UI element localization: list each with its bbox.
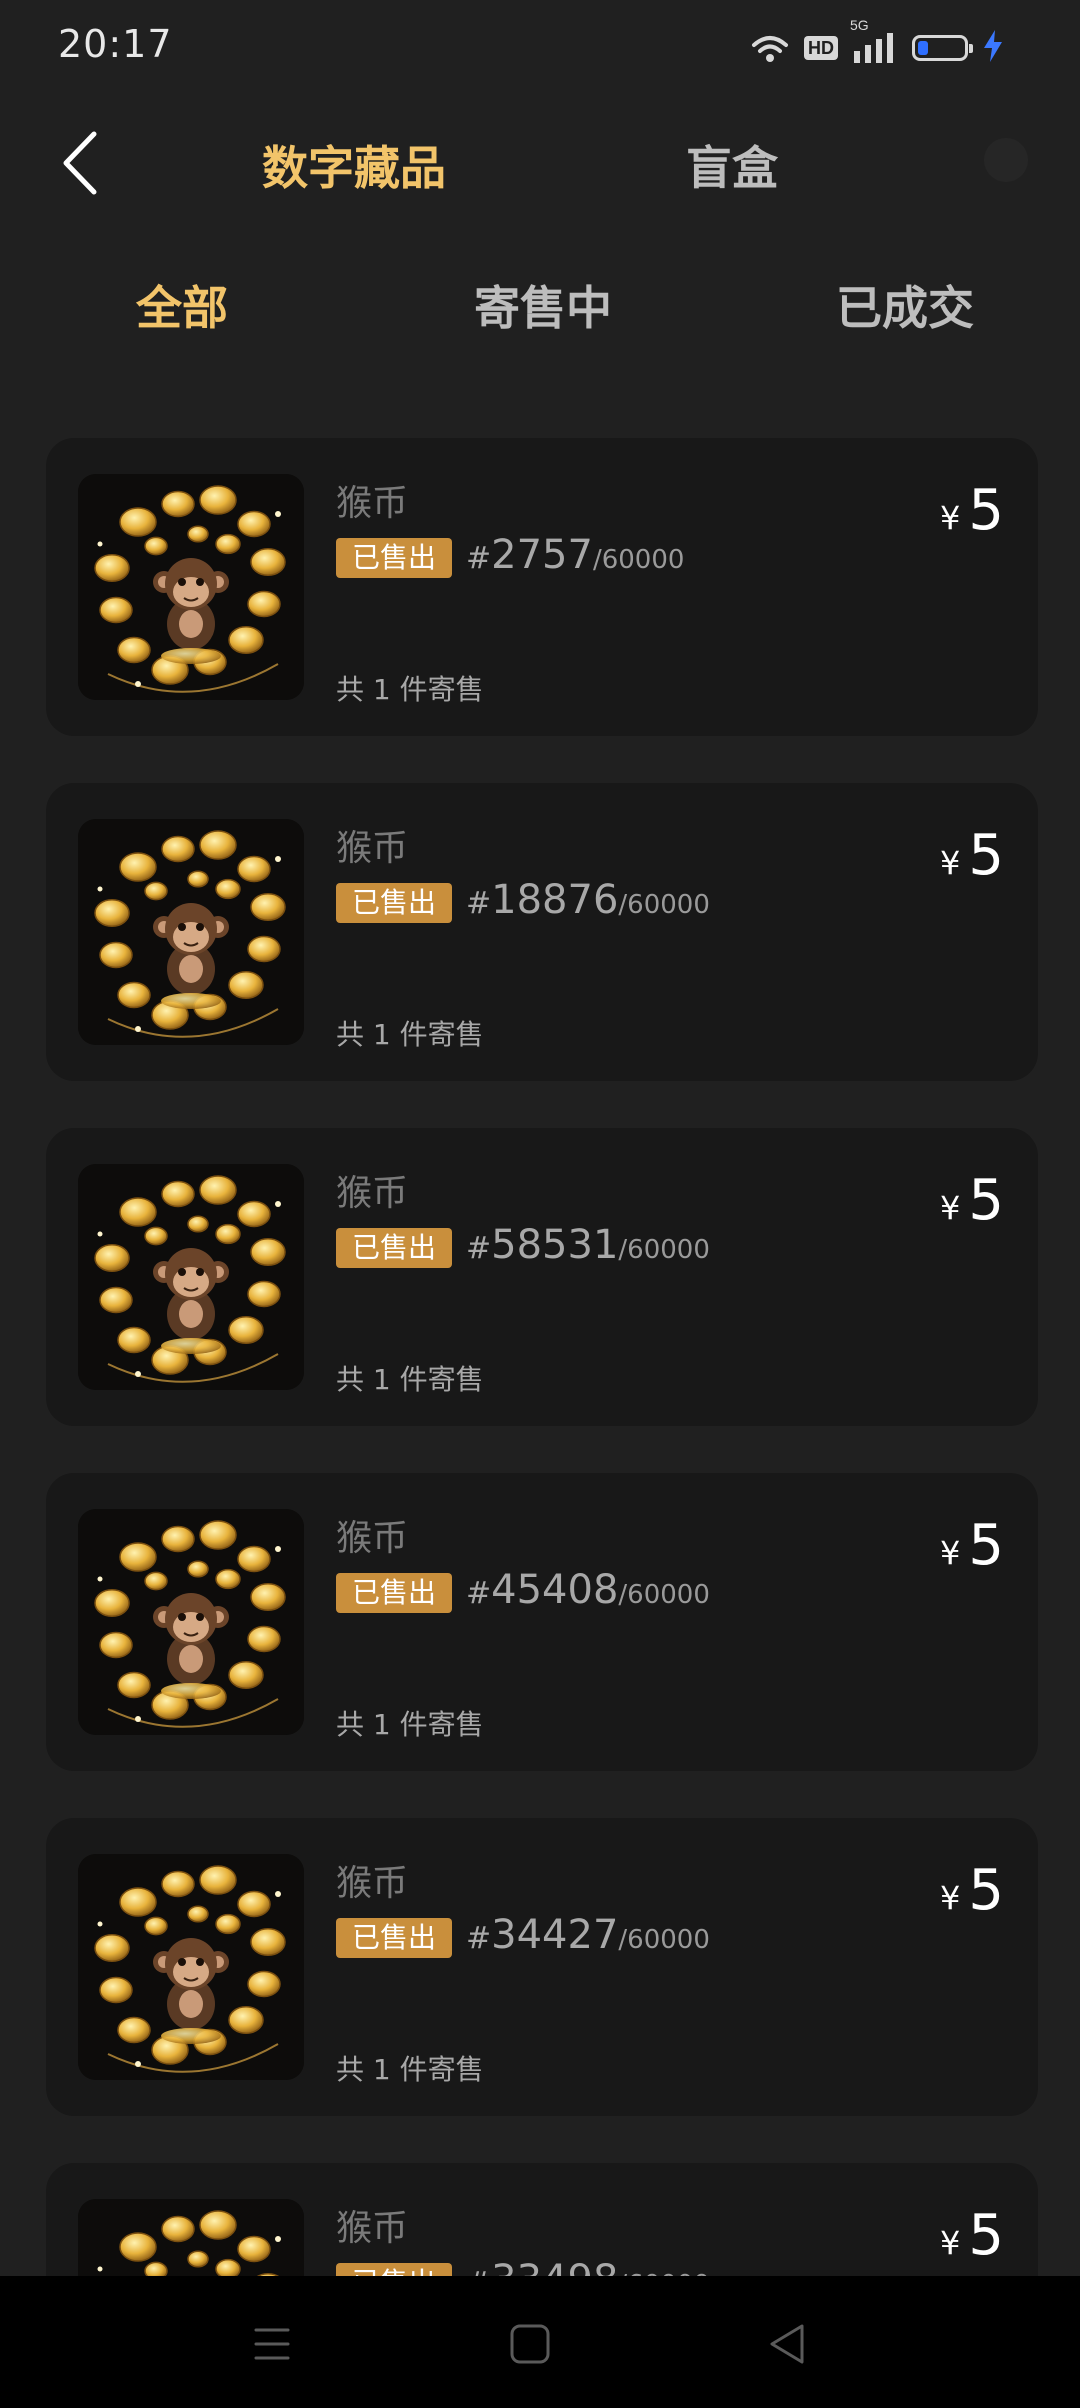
serial-number: #18876/60000	[466, 877, 710, 923]
collectible-list: 猴币 已售出 #2757/60000 共 1 件寄售 ¥5 猴币 已售出 #18…	[46, 438, 1038, 2408]
back-triangle-icon	[770, 2324, 804, 2364]
serial-total: /60000	[618, 1235, 710, 1265]
signal-icon: 5G	[850, 17, 898, 65]
status-bar: 20:17 HD 5G	[0, 0, 1080, 96]
status-badge: 已售出	[336, 538, 453, 578]
price: ¥5	[940, 2203, 1004, 2268]
price-amount: 5	[968, 1858, 1004, 1923]
screen: 20:17 HD 5G 数字藏品 盲盒 全部 寄售中 已成交 猴币 已售出 #2…	[0, 0, 1080, 2408]
menu-icon	[254, 2328, 290, 2360]
currency-symbol: ¥	[940, 499, 961, 537]
consign-count: 共 1 件寄售	[336, 673, 484, 706]
serial-total: /60000	[618, 890, 710, 920]
charging-bolt-icon	[982, 29, 1004, 67]
collectible-thumbnail	[78, 1164, 304, 1390]
price-amount: 5	[968, 1168, 1004, 1233]
nav-home-button[interactable]	[502, 2316, 558, 2372]
item-name: 猴币	[336, 483, 409, 524]
item-name: 猴币	[336, 828, 409, 869]
collectible-thumbnail	[78, 474, 304, 700]
battery-icon	[912, 35, 973, 61]
serial-hash: #	[466, 1576, 492, 1611]
serial-hash: #	[466, 886, 492, 921]
chevron-left-icon	[63, 131, 97, 195]
status-badge: 已售出	[336, 1573, 453, 1613]
corner-circle-icon	[984, 138, 1028, 182]
hd-badge: HD	[804, 36, 838, 60]
item-name: 猴币	[336, 1518, 409, 1559]
consign-count: 共 1 件寄售	[336, 1018, 484, 1051]
serial-value: 2757	[491, 532, 593, 578]
serial-value: 45408	[491, 1567, 619, 1613]
status-badge: 已售出	[336, 1918, 453, 1958]
wifi-icon	[750, 33, 790, 63]
serial-value: 18876	[491, 877, 619, 923]
item-name: 猴币	[336, 2208, 409, 2249]
serial-total: /60000	[618, 1580, 710, 1610]
serial-number: #45408/60000	[466, 1567, 710, 1613]
status-time: 20:17	[58, 22, 173, 66]
collectible-card[interactable]: 猴币 已售出 #58531/60000 共 1 件寄售 ¥5	[46, 1128, 1038, 1426]
consign-count: 共 1 件寄售	[336, 1708, 484, 1741]
home-square-icon	[510, 2324, 550, 2364]
tab-blind-box[interactable]: 盲盒	[686, 132, 778, 198]
system-nav-bar	[0, 2276, 1080, 2408]
price-amount: 5	[968, 478, 1004, 543]
currency-symbol: ¥	[940, 844, 961, 882]
price: ¥5	[940, 1858, 1004, 1923]
item-name: 猴币	[336, 1173, 409, 1214]
collectible-thumbnail	[78, 819, 304, 1045]
collectible-card[interactable]: 猴币 已售出 #18876/60000 共 1 件寄售 ¥5	[46, 783, 1038, 1081]
collectible-card[interactable]: 猴币 已售出 #45408/60000 共 1 件寄售 ¥5	[46, 1473, 1038, 1771]
serial-value: 34427	[491, 1912, 619, 1958]
filter-tab-completed[interactable]: 已成交	[836, 272, 974, 338]
serial-number: #34427/60000	[466, 1912, 710, 1958]
serial-hash: #	[466, 541, 492, 576]
serial-total: /60000	[618, 1925, 710, 1955]
serial-value: 58531	[491, 1222, 619, 1268]
status-icons: HD 5G	[750, 17, 1004, 68]
filter-tab-on-sale[interactable]: 寄售中	[474, 272, 612, 338]
consign-count: 共 1 件寄售	[336, 1363, 484, 1396]
status-badge: 已售出	[336, 883, 453, 923]
tab-digital-collectibles[interactable]: 数字藏品	[262, 132, 446, 198]
serial-total: /60000	[592, 545, 685, 575]
price-amount: 5	[968, 823, 1004, 888]
currency-symbol: ¥	[940, 1879, 961, 1917]
collectible-card[interactable]: 猴币 已售出 #2757/60000 共 1 件寄售 ¥5	[46, 438, 1038, 736]
serial-number: #2757/60000	[466, 532, 684, 578]
filter-tab-all[interactable]: 全部	[136, 272, 228, 338]
serial-number: #58531/60000	[466, 1222, 710, 1268]
item-name: 猴币	[336, 1863, 409, 1904]
currency-symbol: ¥	[940, 2224, 961, 2262]
nav-back-button[interactable]	[760, 2316, 816, 2372]
consign-count: 共 1 件寄售	[336, 2053, 484, 2086]
collectible-thumbnail	[78, 1509, 304, 1735]
price: ¥5	[940, 1513, 1004, 1578]
back-button[interactable]	[58, 128, 106, 198]
price-amount: 5	[968, 1513, 1004, 1578]
collectible-card[interactable]: 猴币 已售出 #34427/60000 共 1 件寄售 ¥5	[46, 1818, 1038, 2116]
price: ¥5	[940, 1168, 1004, 1233]
price: ¥5	[940, 823, 1004, 888]
battery-level	[918, 41, 928, 55]
nav-menu-button[interactable]	[244, 2316, 300, 2372]
currency-symbol: ¥	[940, 1189, 961, 1227]
collectible-thumbnail	[78, 1854, 304, 2080]
price: ¥5	[940, 478, 1004, 543]
price-amount: 5	[968, 2203, 1004, 2268]
serial-hash: #	[466, 1921, 492, 1956]
currency-symbol: ¥	[940, 1534, 961, 1572]
status-badge: 已售出	[336, 1228, 453, 1268]
network-label: 5G	[850, 17, 869, 33]
serial-hash: #	[466, 1231, 492, 1266]
